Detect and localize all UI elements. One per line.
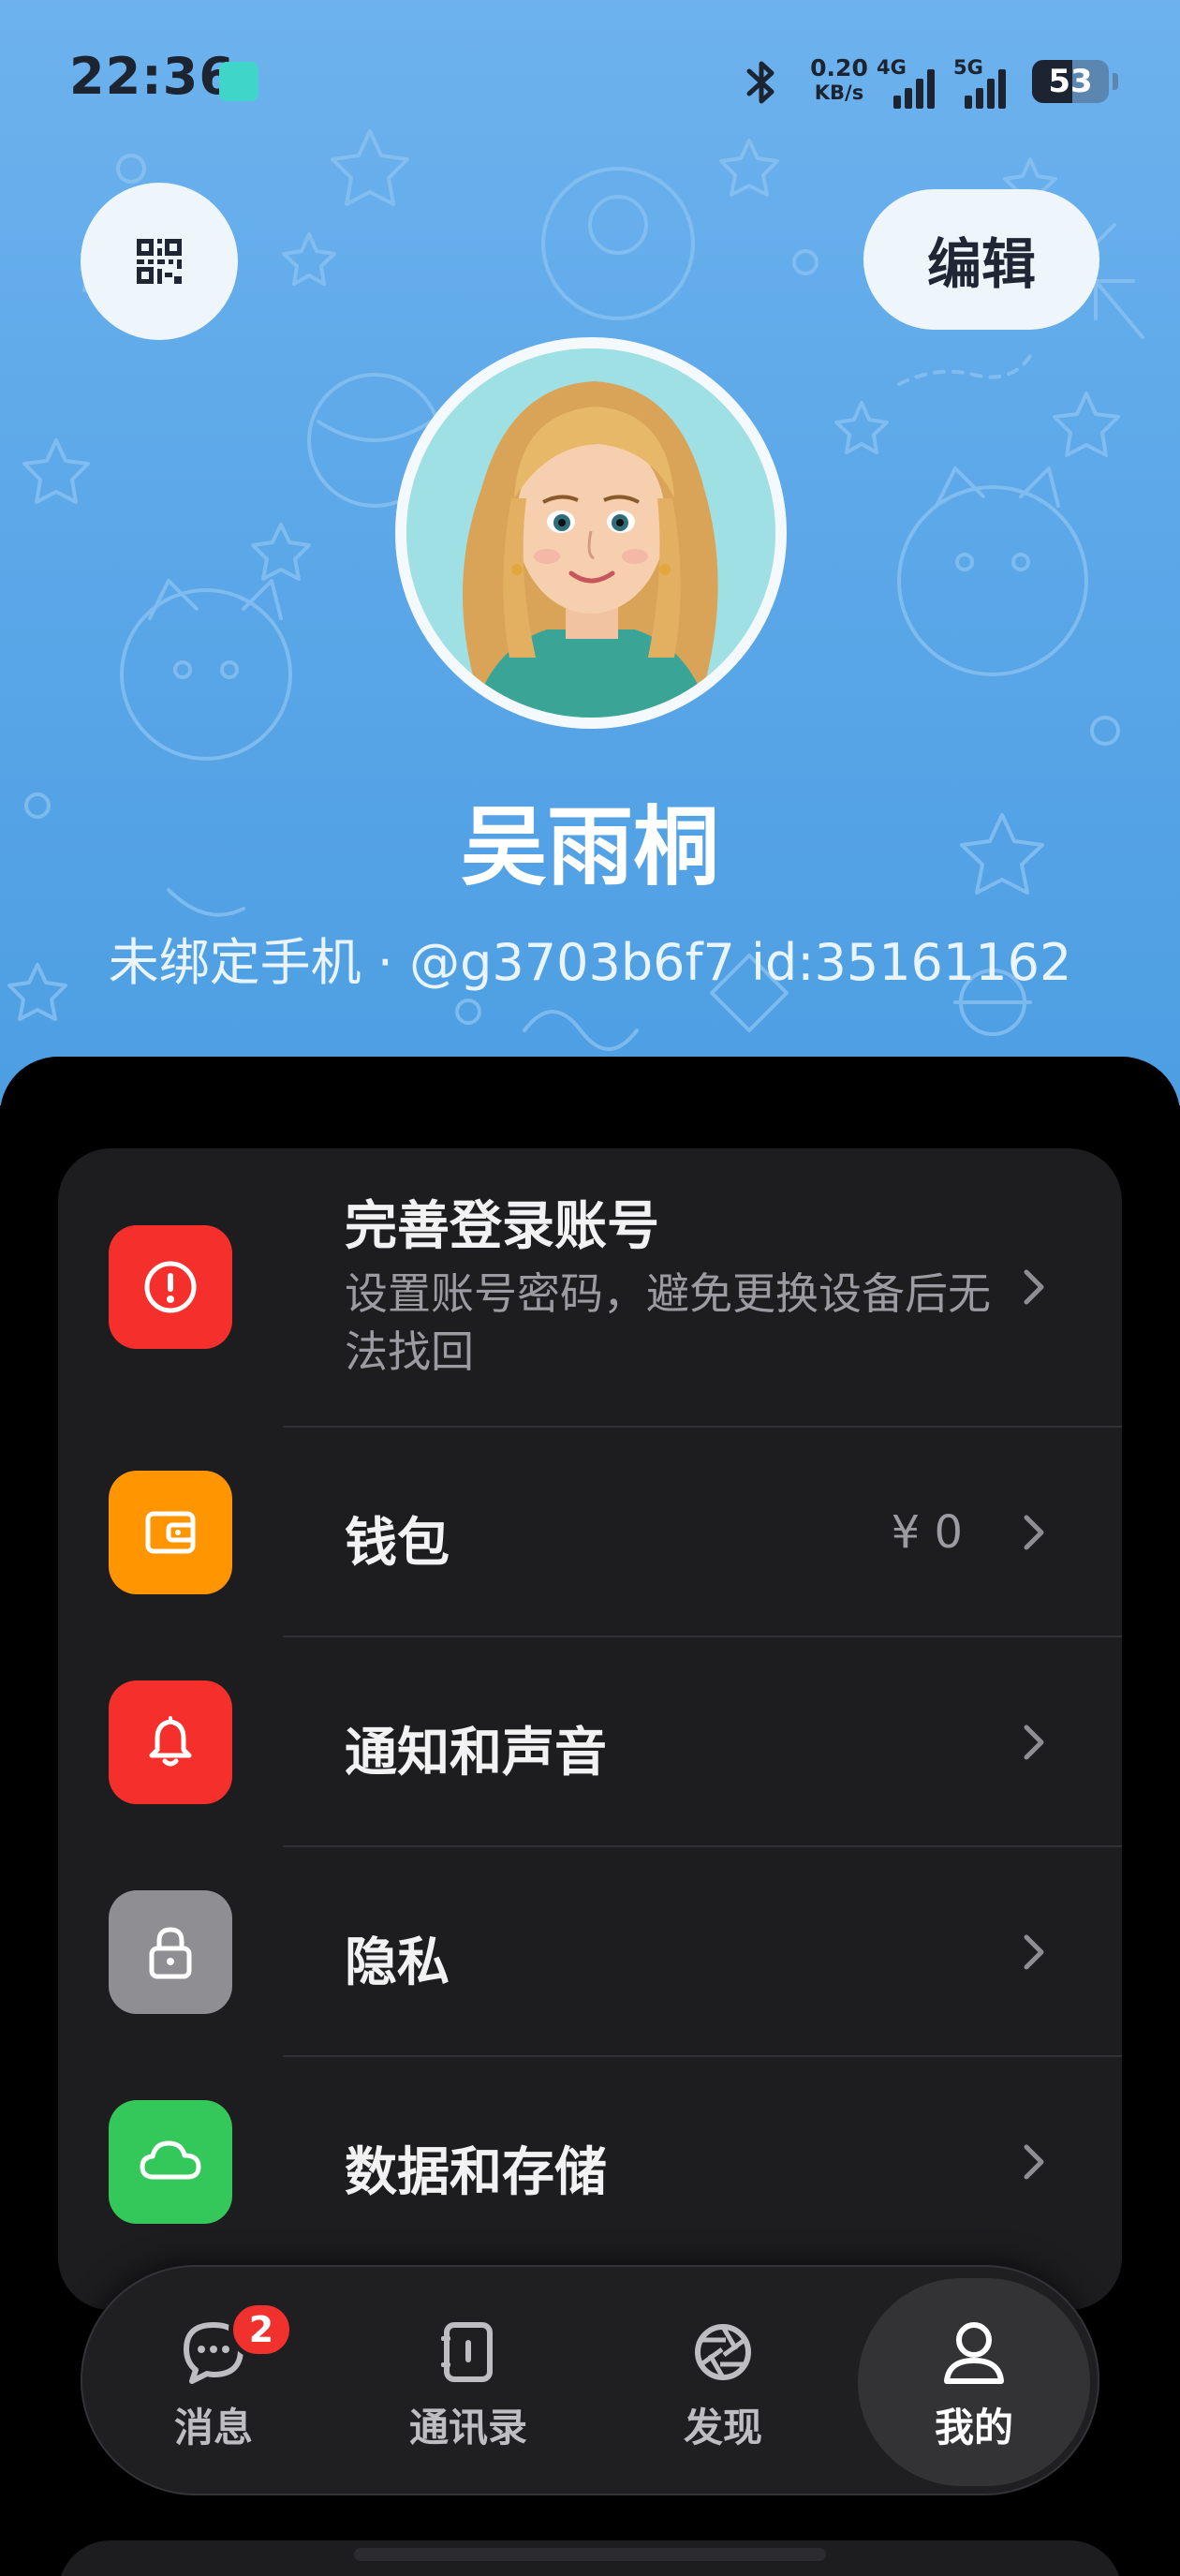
tab-me[interactable]: 我的	[858, 2278, 1090, 2486]
bottom-tab-bar: 消息 2 通讯录 发现 我的	[81, 2265, 1099, 2495]
tab-discover[interactable]: 发现	[609, 2267, 837, 2497]
user-name: 吴雨桐	[460, 797, 719, 897]
settings-item-notifications[interactable]: 通知和声音	[58, 1637, 1122, 1847]
settings-item-title: 数据和存储	[345, 2142, 607, 2203]
settings-item-login-account[interactable]: 完善登录账号 设置账号密码，避免更换设备后无法找回	[58, 1148, 1122, 1428]
network-speed: 0.20 KB/s	[802, 56, 877, 105]
unread-badge: 2	[229, 2301, 294, 2359]
qr-code-button[interactable]	[81, 183, 238, 340]
tab-messages[interactable]: 消息 2	[99, 2267, 328, 2497]
contacts-icon	[441, 2322, 493, 2382]
lock-icon	[109, 1890, 232, 2014]
settings-item-subtitle: 设置账号密码，避免更换设备后无法找回	[345, 1268, 991, 1377]
settings-item-title: 完善登录账号	[345, 1196, 659, 1257]
network-speed-value: 0.20	[810, 54, 868, 81]
battery-level: 53	[1048, 63, 1093, 100]
chevron-right-icon	[1024, 1934, 1044, 1970]
bell-icon	[109, 1680, 232, 1804]
chevron-right-icon	[1024, 1515, 1044, 1550]
settings-item-data-storage[interactable]: 数据和存储	[58, 2057, 1122, 2267]
status-time: 22:36	[69, 47, 235, 106]
signal-1-icon	[893, 69, 935, 109]
qr-code-icon	[137, 239, 182, 284]
chevron-right-icon	[1024, 1269, 1044, 1305]
avatar[interactable]	[395, 337, 787, 729]
battery-cap	[1113, 73, 1118, 90]
tab-label: 发现	[683, 2405, 762, 2450]
settings-item-title: 钱包	[345, 1513, 450, 1574]
aperture-icon	[695, 2324, 751, 2380]
tab-contacts[interactable]: 通讯录	[354, 2267, 583, 2497]
settings-list: 完善登录账号 设置账号密码，避免更换设备后无法找回 钱包 ¥ 0 通知和声音 隐…	[58, 1148, 1122, 2310]
signal-2-icon	[965, 69, 1006, 109]
tab-label: 消息	[173, 2405, 253, 2450]
cloud-icon	[109, 2100, 232, 2224]
settings-item-title: 通知和声音	[345, 1723, 607, 1784]
status-bar: 22:36 0.20 KB/s 4G 5G 53	[0, 0, 1180, 159]
person-icon	[944, 2322, 1004, 2384]
tab-label: 通讯录	[408, 2405, 527, 2450]
settings-item-title: 隐私	[345, 1932, 450, 1993]
chevron-right-icon	[1024, 1725, 1044, 1760]
wallet-icon	[109, 1471, 232, 1594]
battery-icon: 53	[1032, 60, 1109, 103]
avatar-illustration	[406, 348, 775, 718]
wallet-balance: ¥ 0	[891, 1506, 963, 1559]
tab-label: 我的	[934, 2405, 1013, 2450]
chevron-right-icon	[1024, 2144, 1044, 2180]
settings-item-privacy[interactable]: 隐私	[58, 1847, 1122, 2057]
edit-profile-button[interactable]: 编辑	[863, 189, 1099, 330]
network-speed-unit: KB/s	[814, 81, 864, 104]
settings-item-wallet[interactable]: 钱包 ¥ 0	[58, 1428, 1122, 1637]
profile-header: 22:36 0.20 KB/s 4G 5G 53 编辑 吴雨桐 未绑定手机 · …	[0, 0, 1180, 1105]
alert-icon	[109, 1225, 232, 1349]
message-notification-icon	[219, 62, 258, 101]
user-subtitle: 未绑定手机 · @g3703b6f7 id:35161162	[108, 933, 1072, 992]
home-indicator[interactable]	[354, 2548, 826, 2561]
bluetooth-icon	[746, 61, 774, 104]
